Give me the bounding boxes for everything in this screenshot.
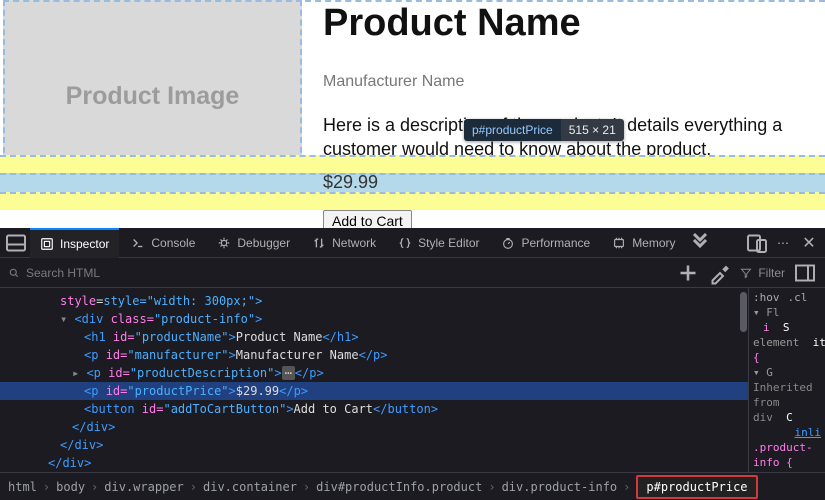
- tab-network[interactable]: Network: [302, 228, 386, 258]
- product-price: $29.99: [323, 172, 378, 193]
- filter-icon: [740, 267, 752, 279]
- tab-inspector[interactable]: Inspector: [30, 228, 119, 258]
- tab-memory[interactable]: Memory: [602, 228, 685, 258]
- tooltip-selector: p#productPrice: [464, 119, 561, 141]
- selected-dom-node[interactable]: <p id="productPrice">$29.99</p>: [0, 382, 748, 400]
- styles-pane[interactable]: :hov .cl ▾ Fl i S element ite { ▾ G Inhe…: [748, 288, 825, 472]
- crumb-container[interactable]: div.container: [203, 480, 297, 494]
- tab-style-editor[interactable]: Style Editor: [388, 228, 489, 258]
- crumb-product-info[interactable]: div.product-info: [502, 480, 618, 494]
- margin-highlight-bottom: [0, 192, 825, 210]
- devtools-panel: Inspector Console Debugger Network Style…: [0, 228, 825, 500]
- tooltip-dimensions: 515 × 21: [561, 119, 624, 141]
- product-name-heading: Product Name: [323, 2, 825, 45]
- tab-console[interactable]: Console: [121, 228, 205, 258]
- search-icon: [8, 267, 20, 279]
- dom-scrollbar[interactable]: [739, 288, 748, 472]
- breadcrumb-trail[interactable]: html› body› div.wrapper› div.container› …: [0, 472, 825, 500]
- tab-performance[interactable]: Performance: [491, 228, 600, 258]
- tab-debugger[interactable]: Debugger: [207, 228, 300, 258]
- search-placeholder: Search HTML: [26, 266, 100, 280]
- filter-label[interactable]: Filter: [758, 266, 785, 280]
- content-highlight: [0, 173, 825, 192]
- tabs-overflow-icon[interactable]: [688, 231, 712, 255]
- devtools-tabbar: Inspector Console Debugger Network Style…: [0, 228, 825, 258]
- crumb-productinfo[interactable]: div#productInfo.product: [316, 480, 482, 494]
- crumb-body[interactable]: body: [56, 480, 85, 494]
- crumb-html[interactable]: html: [8, 480, 37, 494]
- inspector-tooltip: p#productPrice 515 × 21: [464, 119, 624, 141]
- eyedropper-icon[interactable]: [708, 261, 732, 285]
- toggle-sidepanel-icon[interactable]: [793, 261, 817, 285]
- search-html[interactable]: Search HTML: [8, 266, 668, 280]
- margin-highlight-top: [0, 155, 825, 173]
- responsive-mode-icon[interactable]: [745, 231, 769, 255]
- add-node-icon[interactable]: [676, 261, 700, 285]
- crumb-current[interactable]: p#productPrice: [636, 475, 757, 499]
- product-image-label: Product Image: [66, 82, 240, 111]
- more-icon[interactable]: ⋯: [771, 231, 795, 255]
- manufacturer-label: Manufacturer Name: [323, 73, 825, 91]
- rendered-page: Product Image Product Name Manufacturer …: [0, 0, 825, 228]
- crumb-wrapper[interactable]: div.wrapper: [104, 480, 183, 494]
- inspector-subbar: Search HTML Filter: [0, 258, 825, 288]
- dom-tree[interactable]: style=style="width: 300px;"> ▾ <div clas…: [0, 288, 748, 472]
- close-devtools-icon[interactable]: ✕: [797, 231, 821, 255]
- dock-icon[interactable]: [4, 231, 28, 255]
